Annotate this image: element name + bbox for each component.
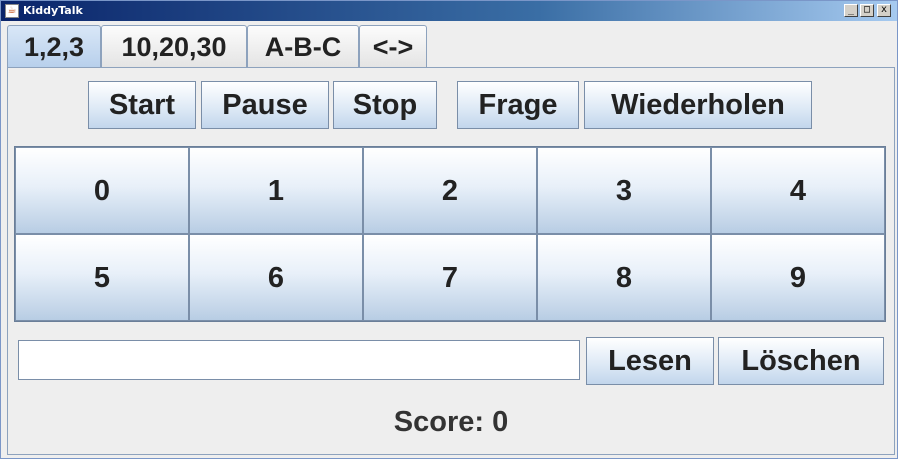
- number-keypad: 0 1 2 3 4 5 6 7 8 9: [14, 146, 886, 322]
- stop-button[interactable]: Stop: [333, 81, 437, 129]
- tab-alphabet[interactable]: A-B-C: [247, 25, 359, 67]
- start-button[interactable]: Start: [88, 81, 196, 129]
- tab-tens[interactable]: 10,20,30: [101, 25, 247, 67]
- close-button[interactable]: x: [877, 4, 891, 17]
- tab-compare[interactable]: <->: [359, 25, 427, 67]
- key-4[interactable]: 4: [711, 147, 885, 234]
- read-button[interactable]: Lesen: [586, 337, 714, 385]
- title-bar[interactable]: ☕ KiddyTalk _ □ x: [1, 1, 897, 21]
- java-app-icon: ☕: [5, 4, 19, 18]
- score-display: Score: 0: [8, 406, 894, 439]
- key-8[interactable]: 8: [537, 234, 711, 321]
- minimize-button[interactable]: _: [844, 4, 858, 17]
- key-9[interactable]: 9: [711, 234, 885, 321]
- answer-input[interactable]: [18, 340, 580, 380]
- key-0[interactable]: 0: [15, 147, 189, 234]
- main-panel: Start Pause Stop Frage Wiederholen 0 1 2…: [7, 67, 895, 455]
- clear-button[interactable]: Löschen: [718, 337, 884, 385]
- window-title: KiddyTalk: [23, 4, 83, 17]
- key-2[interactable]: 2: [363, 147, 537, 234]
- key-1[interactable]: 1: [189, 147, 363, 234]
- maximize-button[interactable]: □: [860, 4, 874, 17]
- score-value: 0: [492, 406, 509, 438]
- key-6[interactable]: 6: [189, 234, 363, 321]
- key-7[interactable]: 7: [363, 234, 537, 321]
- tab-numbers[interactable]: 1,2,3: [7, 25, 101, 67]
- key-3[interactable]: 3: [537, 147, 711, 234]
- question-button[interactable]: Frage: [457, 81, 579, 129]
- app-window: ☕ KiddyTalk _ □ x 1,2,3 10,20,30 A-B-C <…: [0, 0, 898, 459]
- key-5[interactable]: 5: [15, 234, 189, 321]
- score-label: Score:: [393, 406, 485, 438]
- repeat-button[interactable]: Wiederholen: [584, 81, 812, 129]
- pause-button[interactable]: Pause: [201, 81, 329, 129]
